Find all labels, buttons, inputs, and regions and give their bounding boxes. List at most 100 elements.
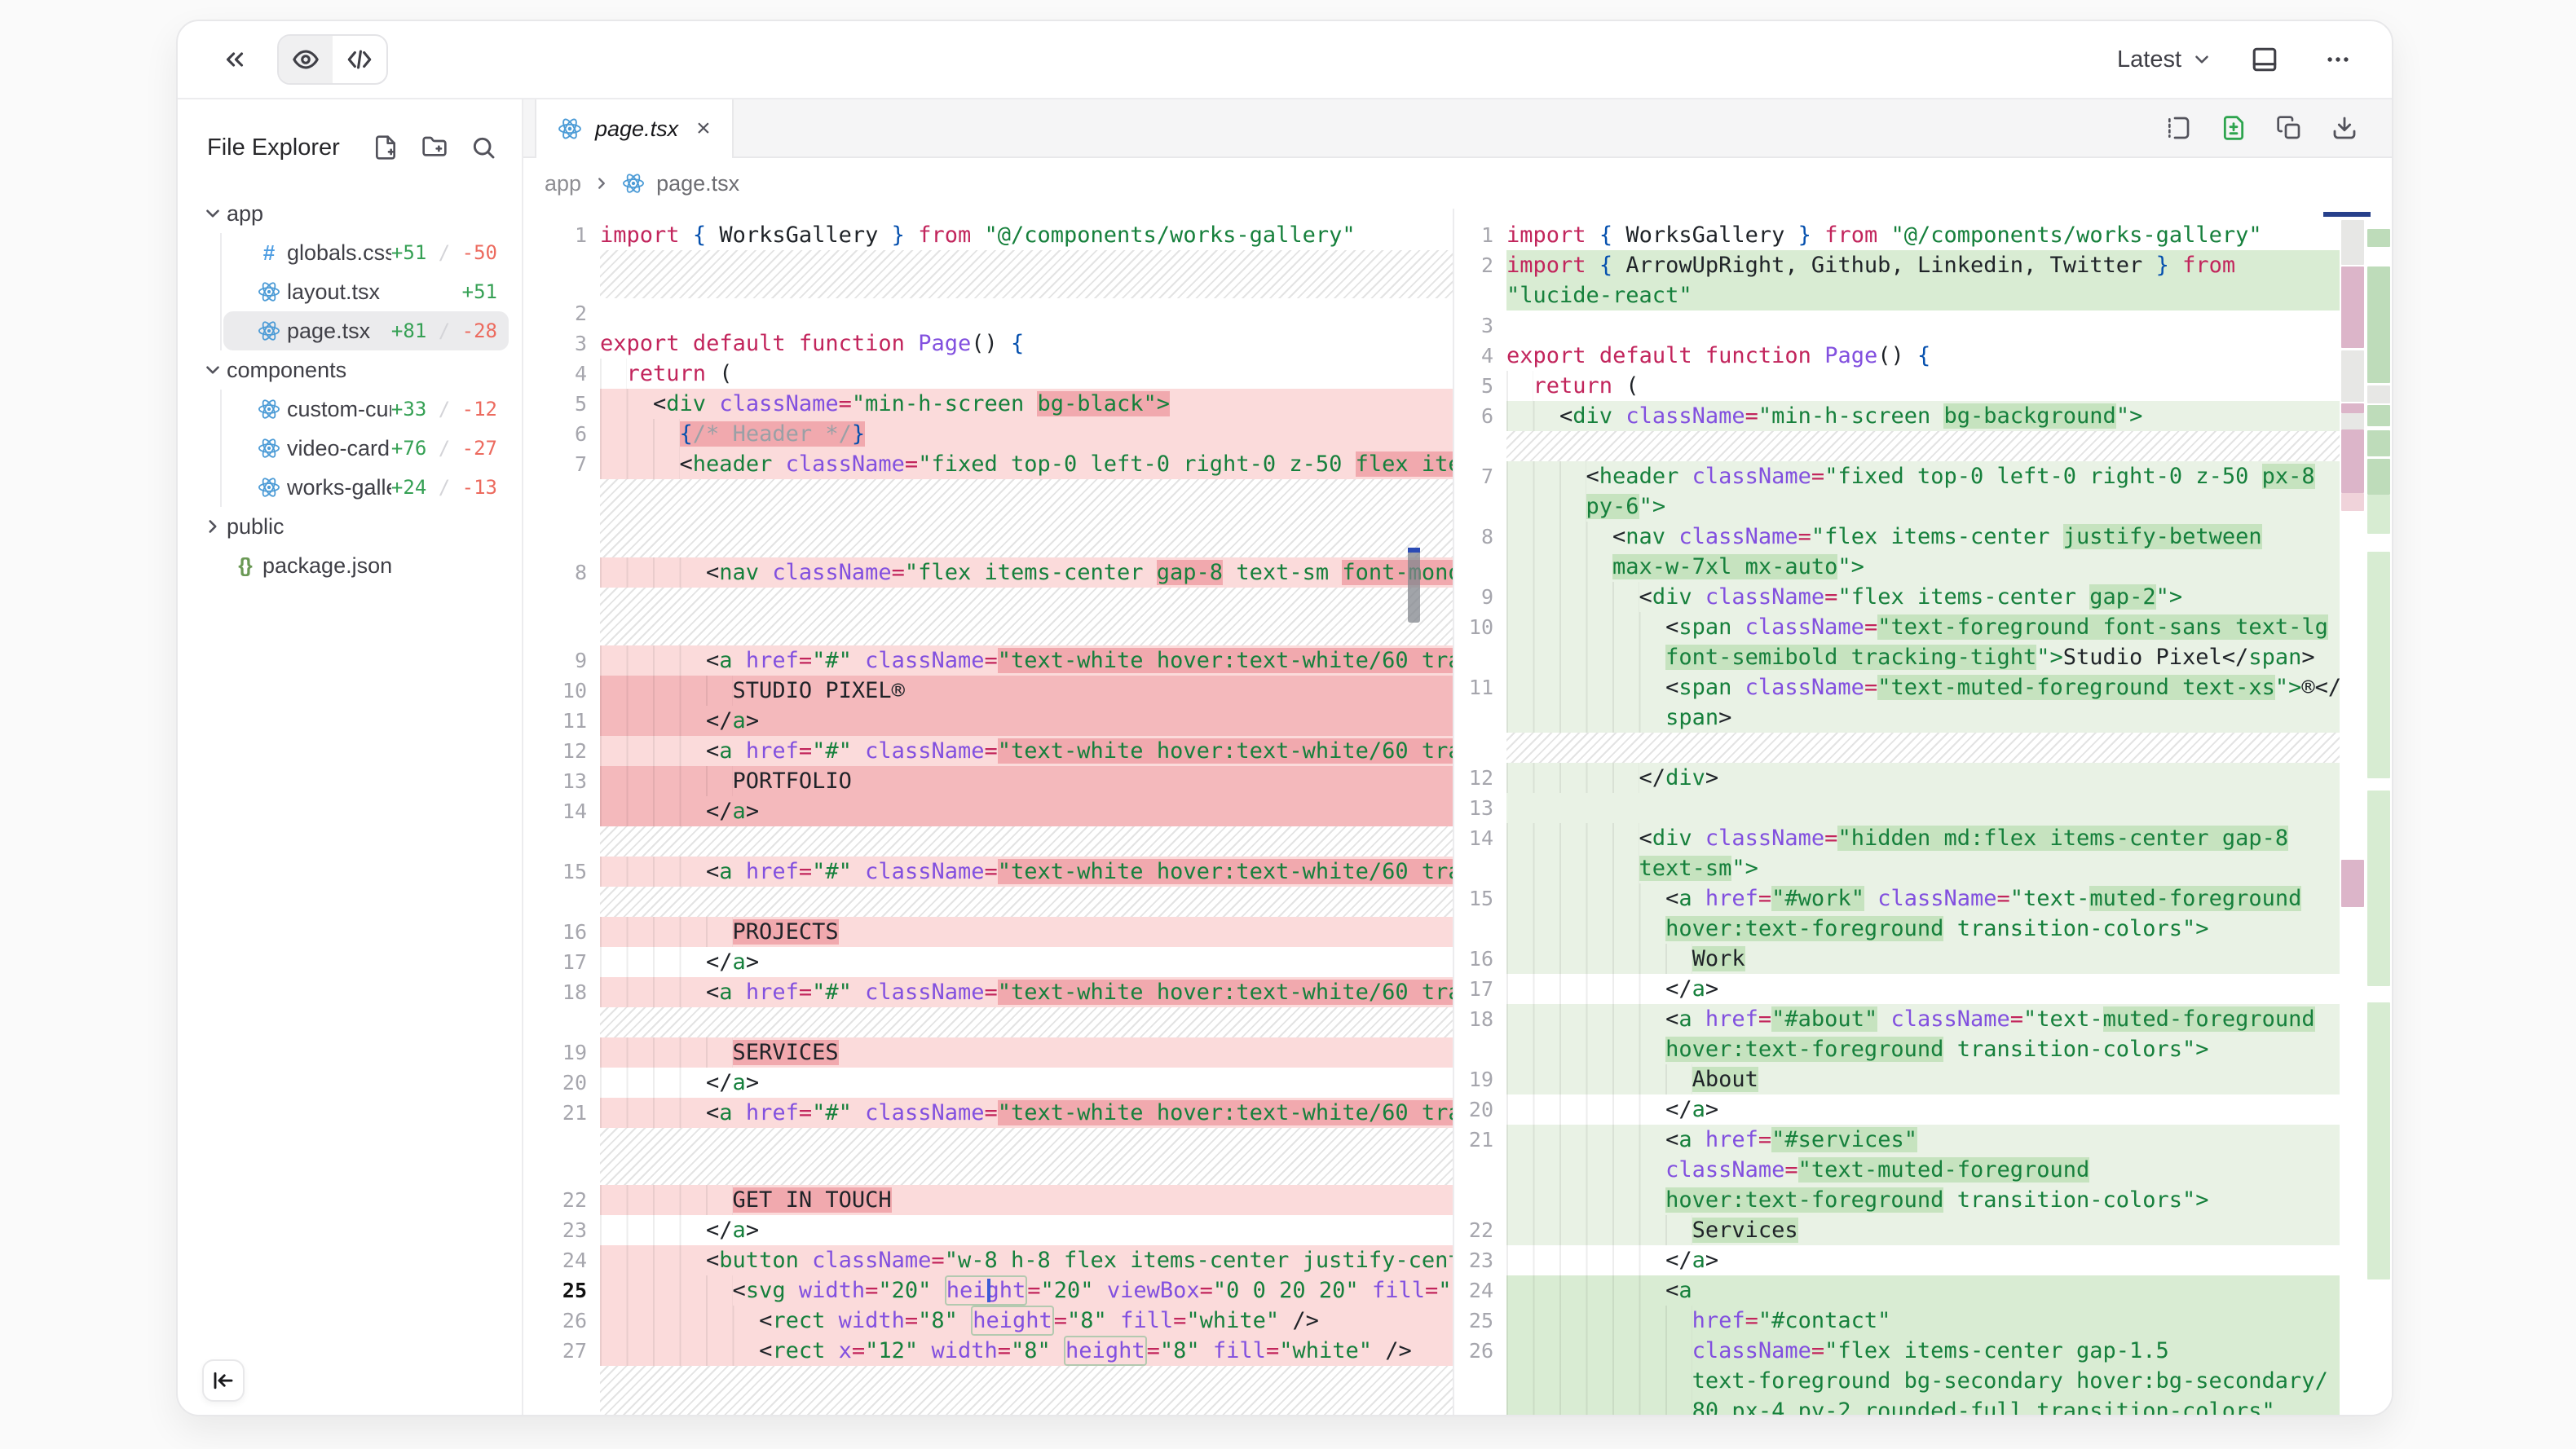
collapse-sidebar-button[interactable] xyxy=(202,1359,245,1402)
diff-code-row[interactable]: 24<a xyxy=(1454,1275,2340,1306)
diff-code-row[interactable]: 1import { WorksGallery } from "@/compone… xyxy=(523,220,1453,250)
diff-code-row[interactable]: 13 xyxy=(1454,793,2340,823)
diff-code-row[interactable]: 3export default function Page() { xyxy=(523,328,1453,359)
diff-code-row[interactable]: 9<div className="flex items-center gap-2… xyxy=(1454,582,2340,612)
diff-code-row[interactable]: "lucide-react" xyxy=(1454,280,2340,310)
diff-code-row[interactable]: 3 xyxy=(1454,310,2340,341)
explorer-item-page.tsx[interactable]: page.tsx+81 / -28 xyxy=(223,311,509,350)
diff-code-row[interactable]: 23</a> xyxy=(523,1215,1453,1245)
diff-code-row[interactable]: hover:text-foreground transition-colors"… xyxy=(1454,914,2340,944)
diff-code-row[interactable]: 10STUDIO PIXEL® xyxy=(523,676,1453,706)
diff-code-row[interactable]: text-foreground bg-secondary hover:bg-se… xyxy=(1454,1366,2340,1396)
diff-code-row[interactable]: text-sm"> xyxy=(1454,853,2340,883)
diff-code-row[interactable]: className="text-muted-foreground xyxy=(1454,1155,2340,1185)
left-pane-scrollbar-thumb[interactable] xyxy=(1408,548,1420,623)
panel-bottom-button[interactable] xyxy=(2243,38,2286,81)
diff-code-row[interactable]: 10<span className="text-foreground font-… xyxy=(1454,612,2340,642)
explorer-item-custom-curs-[interactable]: custom-curs…+33 / -12 xyxy=(223,390,509,429)
diff-code-row[interactable]: 26<rect width="8" height="8" fill="white… xyxy=(523,1306,1453,1336)
search-files-button[interactable] xyxy=(465,129,502,166)
diff-code-row[interactable]: 20</a> xyxy=(523,1068,1453,1098)
diff-code-row[interactable]: 22Services xyxy=(1454,1215,2340,1245)
diff-code-row[interactable]: 18<a href="#" className="text-white hove… xyxy=(523,977,1453,1007)
diff-code-row[interactable]: 19SERVICES xyxy=(523,1037,1453,1068)
diff-code-row[interactable]: 26className="flex items-center gap-1.5 xyxy=(1454,1336,2340,1366)
diff-code-row[interactable]: font-semibold tracking-tight">Studio Pix… xyxy=(1454,642,2340,672)
split-view-button[interactable] xyxy=(2159,108,2198,148)
file-diff-button[interactable] xyxy=(2214,108,2253,148)
diff-code-row[interactable]: 80 px-4 py-2 rounded-full transition-col… xyxy=(1454,1396,2340,1415)
diff-code-row[interactable]: 16PROJECTS xyxy=(523,917,1453,947)
diff-code-row[interactable]: 6{/* Header */} xyxy=(523,419,1453,449)
diff-code-row[interactable]: 22GET IN TOUCH xyxy=(523,1185,1453,1215)
code-toggle-button[interactable] xyxy=(333,36,386,83)
explorer-item-components[interactable]: components xyxy=(199,350,509,390)
diff-code-row[interactable]: 11<span className="text-muted-foreground… xyxy=(1454,672,2340,702)
diff-code-row[interactable]: 20</a> xyxy=(1454,1094,2340,1125)
diff-code-row[interactable]: 4export default function Page() { xyxy=(1454,341,2340,371)
breadcrumb-file[interactable]: page.tsx xyxy=(656,171,739,196)
diff-code-row[interactable]: 6<div className="min-h-screen bg-backgro… xyxy=(1454,401,2340,431)
diff-code-row[interactable]: 1import { WorksGallery } from "@/compone… xyxy=(1454,220,2340,250)
diff-code-row[interactable]: 23</a> xyxy=(1454,1245,2340,1275)
version-selector[interactable]: Latest xyxy=(2117,46,2212,73)
diff-code-row[interactable]: 25href="#contact" xyxy=(1454,1306,2340,1336)
diff-code-row[interactable]: 14</a> xyxy=(523,796,1453,826)
app-window: Latest File Explorer xyxy=(176,20,2393,1416)
new-folder-button[interactable] xyxy=(416,129,453,166)
diff-code-row[interactable]: 2 xyxy=(523,298,1453,328)
explorer-item-package.json[interactable]: { }package.json xyxy=(199,546,509,585)
copy-button[interactable] xyxy=(2269,108,2309,148)
diff-code-row[interactable]: 17</a> xyxy=(1454,974,2340,1004)
diff-code-row[interactable]: 4return ( xyxy=(523,359,1453,389)
diff-code-row[interactable]: 7<header className="fixed top-0 left-0 r… xyxy=(1454,461,2340,491)
diff-code-row[interactable]: 14<div className="hidden md:flex items-c… xyxy=(1454,823,2340,853)
diff-code-row[interactable]: 12</div> xyxy=(1454,763,2340,793)
diff-code-row[interactable]: 8<nav className="flex items-center justi… xyxy=(1454,522,2340,552)
diff-code-row[interactable]: py-6"> xyxy=(1454,491,2340,522)
diff-code-row[interactable]: 12<a href="#" className="text-white hove… xyxy=(523,736,1453,766)
diff-pane-new[interactable]: 1import { WorksGallery } from "@/compone… xyxy=(1454,209,2340,1415)
diff-code-row[interactable]: hover:text-foreground transition-colors"… xyxy=(1454,1034,2340,1064)
diff-code-row[interactable]: 25<svg width="20" height="20" viewBox="0… xyxy=(523,1275,1453,1306)
explorer-item-works-galler-[interactable]: works-galler…+24 / -13 xyxy=(223,468,509,507)
minimap-block xyxy=(2367,229,2390,247)
diff-overview-ruler[interactable] xyxy=(2340,209,2392,1415)
breadcrumb-root[interactable]: app xyxy=(545,171,581,196)
diff-code-row[interactable]: hover:text-foreground transition-colors"… xyxy=(1454,1185,2340,1215)
explorer-item-layout.tsx[interactable]: layout.tsx+51 xyxy=(223,272,509,311)
diff-code-row[interactable]: 5<div className="min-h-screen bg-black"> xyxy=(523,389,1453,419)
diff-code-row[interactable]: 15<a href="#" className="text-white hove… xyxy=(523,857,1453,887)
chevrons-left-button[interactable] xyxy=(214,38,256,81)
diff-pane-old[interactable]: 1import { WorksGallery } from "@/compone… xyxy=(523,209,1454,1415)
diff-code-row[interactable]: 19About xyxy=(1454,1064,2340,1094)
diff-code-row[interactable]: 5return ( xyxy=(1454,371,2340,401)
more-options-button[interactable] xyxy=(2317,38,2359,81)
explorer-item-video-card.tsx[interactable]: video-card.tsx+76 / -27 xyxy=(223,429,509,468)
preview-toggle-button[interactable] xyxy=(279,36,333,83)
diff-code-row[interactable]: 9<a href="#" className="text-white hover… xyxy=(523,645,1453,676)
diff-code-row[interactable]: 11</a> xyxy=(523,706,1453,736)
new-file-button[interactable] xyxy=(367,129,404,166)
diff-code-row[interactable]: 18<a href="#about" className="text-muted… xyxy=(1454,1004,2340,1034)
diff-code-row[interactable]: max-w-7xl mx-auto"> xyxy=(1454,552,2340,582)
explorer-item-app[interactable]: app xyxy=(199,194,509,233)
diff-code-row[interactable]: 16Work xyxy=(1454,944,2340,974)
explorer-item-globals.css[interactable]: #globals.css+51 / -50 xyxy=(223,233,509,272)
diff-code-row[interactable]: 21<a href="#" className="text-white hove… xyxy=(523,1098,1453,1128)
diff-code-row[interactable]: 27<rect x="12" width="8" height="8" fill… xyxy=(523,1336,1453,1366)
diff-code-row[interactable]: 2import { ArrowUpRight, Github, Linkedin… xyxy=(1454,250,2340,280)
diff-code-row[interactable]: 7<header className="fixed top-0 left-0 r… xyxy=(523,449,1453,479)
diff-code-row[interactable]: 13PORTFOLIO xyxy=(523,766,1453,796)
diff-code-row[interactable]: 24<button className="w-8 h-8 flex items-… xyxy=(523,1245,1453,1275)
diff-code-row[interactable]: 15<a href="#work" className="text-muted-… xyxy=(1454,883,2340,914)
close-tab-icon[interactable]: × xyxy=(696,115,711,143)
diff-code-row[interactable]: span> xyxy=(1454,702,2340,733)
diff-code-row[interactable]: 8<nav className="flex items-center gap-8… xyxy=(523,557,1453,588)
explorer-item-public[interactable]: public xyxy=(199,507,509,546)
diff-code-row[interactable]: 21<a href="#services" xyxy=(1454,1125,2340,1155)
tab-page-tsx[interactable]: page.tsx × xyxy=(535,99,734,158)
diff-code-row[interactable]: 17</a> xyxy=(523,947,1453,977)
react-icon xyxy=(258,476,280,499)
download-button[interactable] xyxy=(2325,108,2364,148)
